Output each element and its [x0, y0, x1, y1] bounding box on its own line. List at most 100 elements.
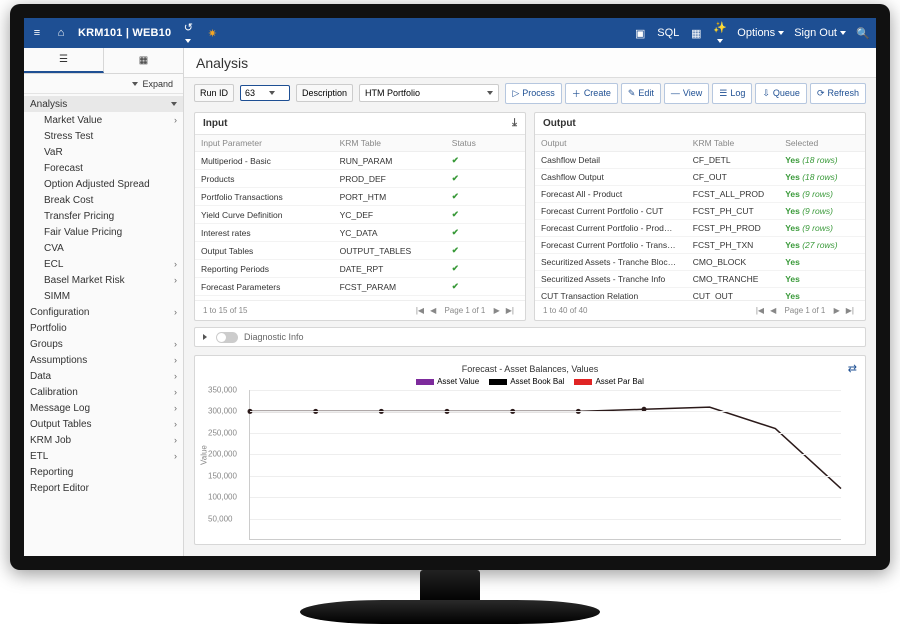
y-tick-label: 200,000 [208, 450, 237, 459]
chevron-down-icon [487, 91, 493, 95]
table-row[interactable]: Forecast ParametersFCST_PARAM✔ [195, 278, 525, 296]
table-row[interactable]: Cashflow DetailCF_DETLYes (18 rows) [535, 152, 865, 169]
nav-item[interactable]: Basel Market Risk› [24, 272, 183, 288]
check-icon: ✔ [452, 281, 459, 291]
table-row[interactable]: Securitized Assets - Tranche Bloc…CMO_BL… [535, 254, 865, 271]
run-id-select[interactable]: 63 [240, 85, 290, 101]
run-controls: Run ID 63 Description HTM Portfolio ▷Pro… [184, 78, 876, 108]
download-icon[interactable]: ⤓ [512, 117, 517, 130]
table-row[interactable]: Cashflow OutputCF_OUTYes (18 rows) [535, 169, 865, 186]
legend-item[interactable]: Asset Book Bal [489, 377, 564, 386]
description-label: Description [296, 84, 353, 102]
chevron-right-icon: › [174, 275, 177, 285]
nav-item[interactable]: Reporting [24, 464, 183, 480]
table-row[interactable]: Interest ratesYC_DATA✔ [195, 224, 525, 242]
action-buttons: ▷Process ＋Create ✎Edit —View ☰Log ⇩Queue… [505, 83, 866, 104]
topbar: ≡ ⌂ KRM101 | WEB10 ↺ ✷ ▣ SQL ▦ ✨ Options… [24, 18, 876, 48]
log-button[interactable]: ☰Log [712, 83, 752, 104]
chevron-right-icon: › [174, 307, 177, 317]
app-title: KRM101 | WEB10 [78, 27, 171, 39]
monitor-stand [420, 570, 480, 604]
create-button[interactable]: ＋Create [565, 83, 618, 104]
nav-item[interactable]: CVA [24, 240, 183, 256]
nav-item[interactable]: Configuration› [24, 304, 183, 320]
diagnostic-toggle-row[interactable]: Diagnostic Info [194, 327, 866, 347]
y-tick-label: 50,000 [208, 514, 232, 523]
nav-item[interactable]: Portfolio [24, 320, 183, 336]
nav-item[interactable]: Market Value› [24, 112, 183, 128]
table-row[interactable]: Forecast Current Portfolio - Prod…FCST_P… [535, 220, 865, 237]
sync-icon[interactable]: ⇄ [848, 362, 857, 375]
nav-item[interactable]: Output Tables› [24, 416, 183, 432]
gear-icon[interactable]: ✷ [205, 27, 219, 40]
expand-toggle[interactable]: Expand [24, 74, 183, 94]
table-row[interactable]: Forecast All - ProductFCST_ALL_PRODYes (… [535, 186, 865, 203]
nav-item[interactable]: Groups› [24, 336, 183, 352]
table-row[interactable]: Securitized Assets - Tranche InfoCMO_TRA… [535, 271, 865, 288]
nav-item[interactable]: Stress Test [24, 128, 183, 144]
nav-item[interactable]: Report Editor [24, 480, 183, 496]
chevron-right-icon: › [174, 115, 177, 125]
chevron-down-icon [269, 91, 275, 95]
table-row[interactable]: Multiperiod - BasicRUN_PARAM✔ [195, 152, 525, 170]
nav-item[interactable]: ETL› [24, 448, 183, 464]
y-tick-label: 150,000 [208, 471, 237, 480]
description-field[interactable]: HTM Portfolio [359, 84, 499, 102]
nav-item[interactable]: VaR [24, 144, 183, 160]
window-icon[interactable]: ▣ [633, 27, 647, 40]
history-icon[interactable]: ↺ [181, 21, 195, 46]
signout-button[interactable]: Sign Out [794, 27, 846, 39]
home-icon[interactable]: ⌂ [54, 27, 68, 39]
table-row[interactable]: Output TablesOUTPUT_TABLES✔ [195, 242, 525, 260]
table-row[interactable]: Forecast Current Portfolio - CUTFCST_PH_… [535, 203, 865, 220]
chevron-down-icon [132, 82, 138, 86]
chart-plot: Value 50,000100,000150,000200,000250,000… [249, 390, 841, 540]
sidebar-tab-grid[interactable]: ▦ [104, 48, 183, 73]
legend-item[interactable]: Asset Par Bal [574, 377, 643, 386]
nav-item[interactable]: Forecast [24, 160, 183, 176]
nav-item[interactable]: Break Cost [24, 192, 183, 208]
process-button[interactable]: ▷Process [505, 83, 561, 104]
nav-item[interactable]: Option Adjusted Spread [24, 176, 183, 192]
check-icon: ✔ [452, 191, 459, 201]
wand-icon[interactable]: ✨ [713, 21, 727, 46]
nav-item[interactable]: SIMM [24, 288, 183, 304]
chevron-right-icon: › [174, 451, 177, 461]
nav-item[interactable]: Message Log› [24, 400, 183, 416]
view-button[interactable]: —View [664, 83, 709, 104]
refresh-button[interactable]: ⟳Refresh [810, 83, 866, 104]
check-icon: ✔ [452, 245, 459, 255]
nav-item[interactable]: Analysis [24, 96, 183, 112]
search-icon[interactable]: 🔍 [856, 27, 870, 40]
nav-item[interactable]: KRM Job› [24, 432, 183, 448]
sql-button[interactable]: SQL [657, 27, 679, 39]
legend-item[interactable]: Asset Value [416, 377, 479, 386]
nav-item[interactable]: Data› [24, 368, 183, 384]
edit-button[interactable]: ✎Edit [621, 83, 661, 104]
input-pager[interactable]: |◀◀ Page 1 of 1 ▶▶| [413, 306, 517, 315]
nav-item[interactable]: Assumptions› [24, 352, 183, 368]
input-row-count: 1 to 15 of 15 [203, 306, 247, 315]
table-row[interactable]: Portfolio TransactionsPORT_HTM✔ [195, 188, 525, 206]
output-row-count: 1 to 40 of 40 [543, 306, 587, 315]
nav-item[interactable]: Fair Value Pricing [24, 224, 183, 240]
grid-icon[interactable]: ▦ [689, 27, 703, 40]
output-pager[interactable]: |◀◀ Page 1 of 1 ▶▶| [753, 306, 857, 315]
nav-item[interactable]: Transfer Pricing [24, 208, 183, 224]
queue-button[interactable]: ⇩Queue [755, 83, 807, 104]
sidebar-tab-list[interactable]: ☰ [24, 48, 104, 73]
table-row[interactable]: ProductsPROD_DEF✔ [195, 170, 525, 188]
toggle-icon [216, 332, 238, 343]
menu-icon[interactable]: ≡ [30, 27, 44, 39]
table-row[interactable]: CUT Transaction RelationCUT_OUTYes [535, 288, 865, 301]
options-button[interactable]: Options [737, 27, 784, 39]
table-row[interactable]: Reporting PeriodsDATE_RPT✔ [195, 260, 525, 278]
chevron-right-icon: › [174, 355, 177, 365]
nav-item[interactable]: Calibration› [24, 384, 183, 400]
table-row[interactable]: Yield Curve DefinitionYC_DEF✔ [195, 206, 525, 224]
table-row[interactable]: Forecast Current Portfolio - Trans…FCST_… [535, 237, 865, 254]
output-panel-title: Output [543, 118, 576, 129]
nav-item[interactable]: ECL› [24, 256, 183, 272]
input-panel-title: Input [203, 118, 227, 129]
chevron-right-icon: › [174, 419, 177, 429]
